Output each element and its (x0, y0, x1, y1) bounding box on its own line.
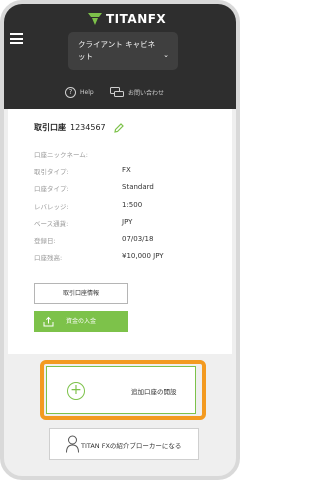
field-label: ベース通貨: (34, 219, 69, 228)
account-info-button[interactable]: 取引口座情報 (34, 283, 128, 304)
client-cabinet-dropdown[interactable]: クライアント キャビネ ット ⌄ (68, 32, 178, 70)
account-number: 1234567 (70, 123, 106, 132)
field-value: FX (122, 166, 131, 175)
titan-logo-icon (88, 13, 102, 25)
info-row-leverage: レバレッジ: 1:500 (34, 201, 224, 218)
add-account-label: 追加口座の開設 (131, 388, 177, 396)
field-value: ¥10,000 JPY (122, 252, 164, 261)
help-link[interactable]: ? Help (65, 87, 94, 98)
help-label: Help (80, 89, 94, 96)
field-value: 07/03/18 (122, 234, 154, 243)
pencil-edit-icon[interactable] (113, 122, 124, 133)
logo-text: TITANFX (106, 12, 167, 26)
account-title-label: 取引口座 (34, 123, 66, 132)
info-row-registration-date: 登録日: 07/03/18 (34, 235, 224, 252)
titanfx-logo[interactable]: TITANFX (88, 11, 166, 27)
open-additional-account-button[interactable]: + 追加口座の開設 (46, 366, 196, 414)
field-label: 口座残高: (34, 254, 63, 263)
field-value: Standard (122, 183, 154, 192)
info-row-trading-type: 取引タイプ: FX (34, 166, 224, 183)
info-row-nickname: 口座ニックネーム: (34, 149, 224, 166)
upload-tray-icon (43, 316, 54, 327)
field-label: レバレッジ: (34, 202, 69, 211)
info-row-account-type: 口座タイプ: Standard (34, 183, 224, 200)
plus-circle-icon: + (67, 382, 85, 400)
person-icon (66, 435, 79, 453)
app-header: TITANFX クライアント キャビネ ット ⌄ ? Help お問い合わせ (4, 4, 236, 109)
deposit-button[interactable]: 資金の入金 (34, 311, 128, 332)
account-title: 取引口座 1234567 (34, 122, 124, 133)
field-label: 口座タイプ: (34, 185, 69, 194)
field-value: JPY (122, 217, 133, 226)
chevron-down-icon: ⌄ (163, 51, 169, 59)
phone-frame: TITANFX クライアント キャビネ ット ⌄ ? Help お問い合わせ 取… (0, 0, 240, 480)
info-row-base-currency: ベース通貨: JPY (34, 218, 224, 235)
account-card: 取引口座 1234567 口座ニックネーム: 取引タイプ: FX 口座タイプ: … (8, 109, 232, 354)
contact-link[interactable]: お問い合わせ (110, 87, 164, 98)
field-label: 取引タイプ: (34, 168, 69, 177)
info-row-balance: 口座残高: ¥10,000 JPY (34, 252, 224, 269)
become-ib-label: TITAN FXの紹介ブローカーになる (81, 442, 182, 450)
field-value: 1:500 (122, 200, 143, 209)
question-icon: ? (65, 87, 76, 98)
account-info-list: 口座ニックネーム: 取引タイプ: FX 口座タイプ: Standard レバレッ… (34, 149, 224, 269)
chat-bubbles-icon (110, 87, 124, 97)
hamburger-menu-icon[interactable] (10, 33, 23, 44)
help-row: ? Help お問い合わせ (4, 87, 236, 103)
field-label: 口座ニックネーム: (34, 151, 88, 159)
contact-label: お問い合わせ (128, 90, 165, 97)
deposit-label: 資金の入金 (66, 318, 97, 325)
field-label: 登録日: (34, 236, 56, 245)
become-ib-button[interactable]: TITAN FXの紹介ブローカーになる (49, 428, 199, 460)
